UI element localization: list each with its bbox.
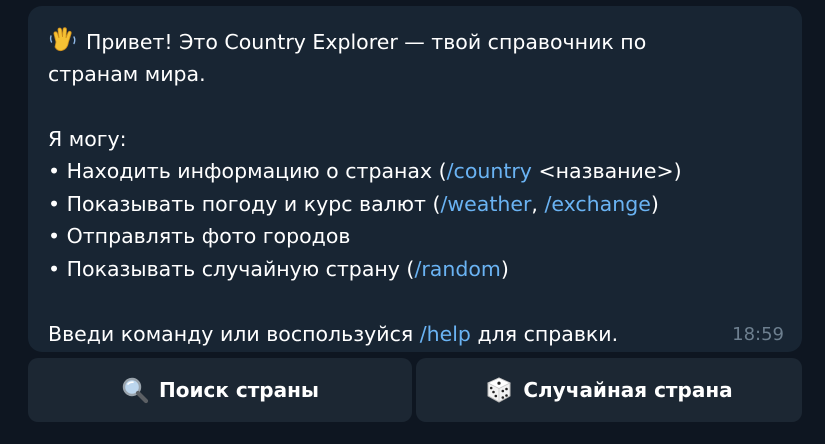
exchange-command-link[interactable]: /exchange bbox=[544, 192, 650, 216]
magnifier-icon bbox=[122, 377, 149, 404]
feature-text: • Показывать случайную страну ( bbox=[48, 256, 415, 281]
weather-command-link[interactable]: /weather bbox=[440, 192, 531, 216]
random-button-label: Случайная страна bbox=[523, 378, 733, 402]
feature-country: • Находить информацию о странах (/countr… bbox=[48, 155, 782, 188]
message-line-1: Привет! Это Country Explorer — твой спра… bbox=[48, 25, 782, 58]
random-command-link[interactable]: /random bbox=[414, 257, 500, 281]
feature-text: , bbox=[531, 191, 545, 216]
waving-hand-icon bbox=[49, 27, 76, 52]
message-line-text: странам мира. bbox=[48, 61, 206, 86]
help-command-link[interactable]: /help bbox=[420, 322, 471, 346]
feature-text: ) bbox=[650, 191, 659, 216]
feature-text: • Показывать погоду и курс валют ( bbox=[48, 191, 441, 216]
message-timestamp: 18:59 bbox=[732, 324, 784, 345]
feature-text: <название>) bbox=[531, 159, 682, 183]
message-line-3: Я могу: bbox=[48, 123, 782, 156]
message-line-help: Введи команду или воспользуйся /help для… bbox=[48, 318, 782, 351]
feature-weather: • Показывать погоду и курс валют (/weath… bbox=[48, 188, 782, 221]
search-button-label: Поиск страны bbox=[158, 378, 320, 402]
help-text: Введи команду или воспользуйся bbox=[48, 321, 420, 346]
message-line-text: Я могу: bbox=[48, 126, 127, 151]
message-line-2: странам мира. bbox=[48, 58, 782, 91]
feature-text: ) bbox=[500, 256, 509, 281]
random-country-button[interactable]: Случайная страна bbox=[416, 358, 802, 422]
message-line-text: Привет! Это Country Explorer — твой спра… bbox=[86, 30, 647, 54]
feature-text: • Отправлять фото городов bbox=[48, 224, 351, 248]
country-command-link[interactable]: /country bbox=[447, 159, 532, 183]
dice-icon bbox=[487, 377, 512, 403]
search-country-button[interactable]: Поиск страны bbox=[28, 358, 412, 422]
feature-random: • Показывать случайную страну (/random) bbox=[48, 253, 782, 286]
feature-text: • Находить информацию о странах ( bbox=[48, 159, 447, 183]
message-bubble: Привет! Это Country Explorer — твой спра… bbox=[28, 6, 802, 352]
help-text: для справки. bbox=[470, 321, 619, 346]
feature-photos: • Отправлять фото городов bbox=[48, 220, 782, 253]
